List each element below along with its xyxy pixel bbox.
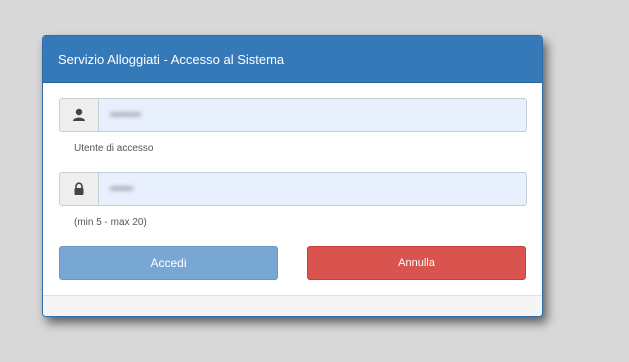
user-icon <box>60 99 99 131</box>
username-input-group[interactable]: •••••••• <box>59 98 527 132</box>
password-field[interactable]: •••••• <box>110 183 133 195</box>
password-input-group[interactable]: •••••• <box>59 172 527 206</box>
cancel-button[interactable]: Annulla <box>307 246 526 280</box>
login-button[interactable]: Accedi <box>59 246 278 280</box>
dialog-title: Servizio Alloggiati - Accesso al Sistema <box>58 52 285 67</box>
login-dialog: Servizio Alloggiati - Accesso al Sistema… <box>42 35 543 317</box>
lock-icon <box>60 173 99 205</box>
username-help-text: Utente di accesso <box>74 143 154 154</box>
dialog-footer <box>43 295 542 316</box>
password-help-text: (min 5 - max 20) <box>74 217 147 228</box>
username-field[interactable]: •••••••• <box>110 109 141 121</box>
dialog-header: Servizio Alloggiati - Accesso al Sistema <box>43 36 542 83</box>
